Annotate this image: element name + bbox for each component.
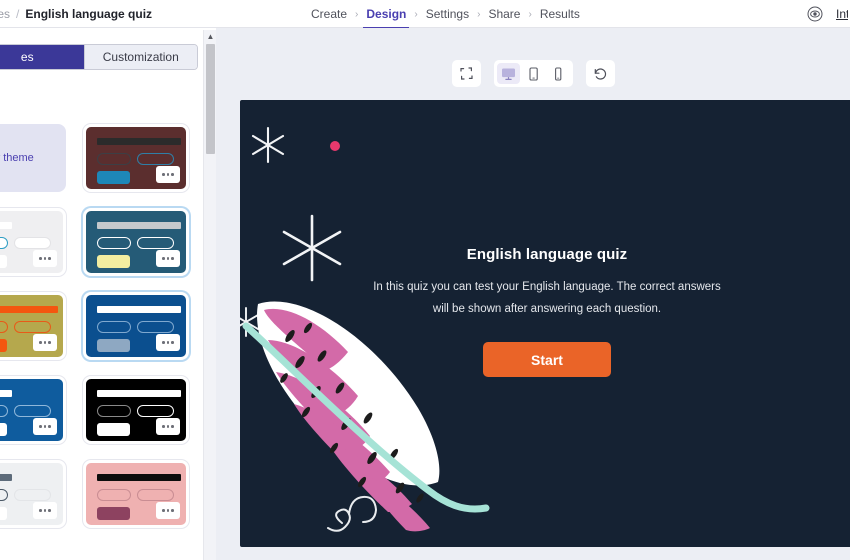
quiz-preview: English language quiz In this quiz you c… bbox=[240, 100, 850, 547]
theme-card-title-bar bbox=[0, 390, 12, 397]
theme-card-option-pill bbox=[0, 237, 8, 249]
nav-chevron-icon: › bbox=[414, 8, 418, 20]
theme-card-button bbox=[0, 255, 7, 268]
theme-card-button bbox=[0, 423, 7, 436]
theme-card-title-bar bbox=[97, 138, 181, 145]
theme-card-option-pill bbox=[137, 153, 174, 165]
theme-card-button bbox=[97, 255, 130, 268]
theme-card-button bbox=[97, 507, 130, 520]
theme-card-menu-icon[interactable] bbox=[156, 166, 180, 183]
theme-card[interactable] bbox=[83, 376, 189, 444]
eye-icon[interactable] bbox=[806, 5, 824, 23]
theme-card-button bbox=[97, 171, 130, 184]
start-button[interactable]: Start bbox=[483, 342, 611, 377]
theme-card[interactable] bbox=[83, 208, 189, 276]
theme-grid: w theme bbox=[0, 124, 198, 528]
quiz-title: English language quiz bbox=[466, 246, 628, 263]
theme-card[interactable] bbox=[0, 460, 66, 528]
integrate-link[interactable]: Integrate bbox=[836, 7, 848, 21]
theme-card-menu-icon[interactable] bbox=[156, 502, 180, 519]
theme-card-title-bar bbox=[97, 390, 181, 397]
theme-sidebar: es Customization w theme bbox=[0, 28, 198, 560]
theme-card-option-pill bbox=[137, 237, 174, 249]
theme-card[interactable] bbox=[0, 376, 66, 444]
desktop-icon[interactable] bbox=[496, 63, 520, 84]
fullscreen-icon[interactable] bbox=[455, 63, 478, 84]
sidebar-scrollbar[interactable]: ▲ bbox=[203, 30, 216, 560]
nav-chevron-icon: › bbox=[355, 8, 359, 20]
nav-item-design[interactable]: Design bbox=[363, 1, 410, 29]
theme-card-option-pill bbox=[97, 237, 131, 249]
tablet-icon[interactable] bbox=[522, 63, 545, 84]
theme-card[interactable] bbox=[0, 208, 66, 276]
theme-card-menu-icon[interactable] bbox=[33, 334, 57, 351]
theme-card-title-bar bbox=[0, 474, 12, 481]
app-root: plates / English language quiz Create › … bbox=[0, 0, 850, 560]
nav-item-share[interactable]: Share bbox=[487, 1, 521, 28]
reset-group bbox=[585, 60, 615, 87]
theme-card-button bbox=[97, 423, 130, 436]
scrollbar-thumb[interactable] bbox=[206, 44, 215, 154]
theme-card-title-bar bbox=[97, 474, 181, 481]
theme-card-menu-icon[interactable] bbox=[156, 418, 180, 435]
theme-card[interactable] bbox=[83, 292, 189, 360]
theme-card-option-pill bbox=[97, 321, 131, 333]
theme-card-button bbox=[97, 339, 130, 352]
breadcrumb-parent[interactable]: plates bbox=[0, 7, 10, 21]
theme-card-option-pill bbox=[14, 405, 51, 417]
theme-card-option-pill bbox=[14, 237, 51, 249]
design-canvas: English language quiz In this quiz you c… bbox=[216, 28, 850, 560]
top-right-actions: Integrate bbox=[806, 0, 850, 28]
theme-card-option-pill bbox=[137, 405, 174, 417]
theme-card-option-pill bbox=[97, 489, 131, 501]
theme-card-option-pill bbox=[14, 489, 51, 501]
breadcrumb-current: English language quiz bbox=[25, 7, 153, 21]
nav-chevron-icon: › bbox=[528, 8, 532, 20]
nav-item-results[interactable]: Results bbox=[539, 1, 581, 28]
theme-card-menu-icon[interactable] bbox=[156, 250, 180, 267]
theme-card-option-pill bbox=[137, 321, 174, 333]
breadcrumb-separator: / bbox=[16, 7, 20, 21]
device-toolbar bbox=[216, 60, 850, 87]
theme-card-option-pill bbox=[97, 405, 131, 417]
theme-card-title-bar bbox=[0, 222, 12, 229]
theme-card-title-bar bbox=[97, 306, 181, 313]
theme-card-option-pill bbox=[14, 321, 51, 333]
theme-card-menu-icon[interactable] bbox=[33, 418, 57, 435]
theme-card-menu-icon[interactable] bbox=[33, 502, 57, 519]
theme-card-option-pill bbox=[137, 489, 174, 501]
main-nav: Create › Design › Settings › Share › Res… bbox=[310, 0, 581, 29]
theme-card-menu-icon[interactable] bbox=[33, 250, 57, 267]
nav-item-settings[interactable]: Settings bbox=[425, 1, 470, 28]
theme-card-option-pill bbox=[0, 321, 8, 333]
tab-themes[interactable]: es bbox=[0, 45, 84, 69]
theme-card-option-pill bbox=[0, 489, 8, 501]
new-theme-button[interactable]: w theme bbox=[0, 124, 66, 192]
mobile-icon[interactable] bbox=[547, 63, 570, 84]
theme-card-option-pill bbox=[0, 405, 8, 417]
fullscreen-group bbox=[451, 60, 481, 87]
theme-card-button bbox=[0, 339, 7, 352]
theme-card[interactable] bbox=[83, 124, 189, 192]
nav-item-create[interactable]: Create bbox=[310, 1, 348, 28]
top-bar: plates / English language quiz Create › … bbox=[0, 0, 850, 29]
breadcrumb: plates / English language quiz bbox=[0, 0, 152, 28]
theme-card[interactable] bbox=[0, 292, 66, 360]
device-group bbox=[493, 60, 573, 87]
theme-card-button bbox=[0, 507, 7, 520]
theme-card-title-bar bbox=[97, 222, 181, 229]
nav-chevron-icon: › bbox=[477, 8, 481, 20]
quiz-content: English language quiz In this quiz you c… bbox=[240, 246, 850, 377]
quiz-description: In this quiz you can test your English l… bbox=[373, 281, 721, 315]
theme-card-title-bar bbox=[0, 306, 58, 313]
reset-icon[interactable] bbox=[589, 63, 612, 84]
theme-card-option-pill bbox=[97, 153, 131, 165]
sidebar-tabs: es Customization bbox=[0, 44, 198, 70]
tab-customization[interactable]: Customization bbox=[83, 45, 197, 69]
theme-card-menu-icon[interactable] bbox=[156, 334, 180, 351]
theme-card[interactable] bbox=[83, 460, 189, 528]
